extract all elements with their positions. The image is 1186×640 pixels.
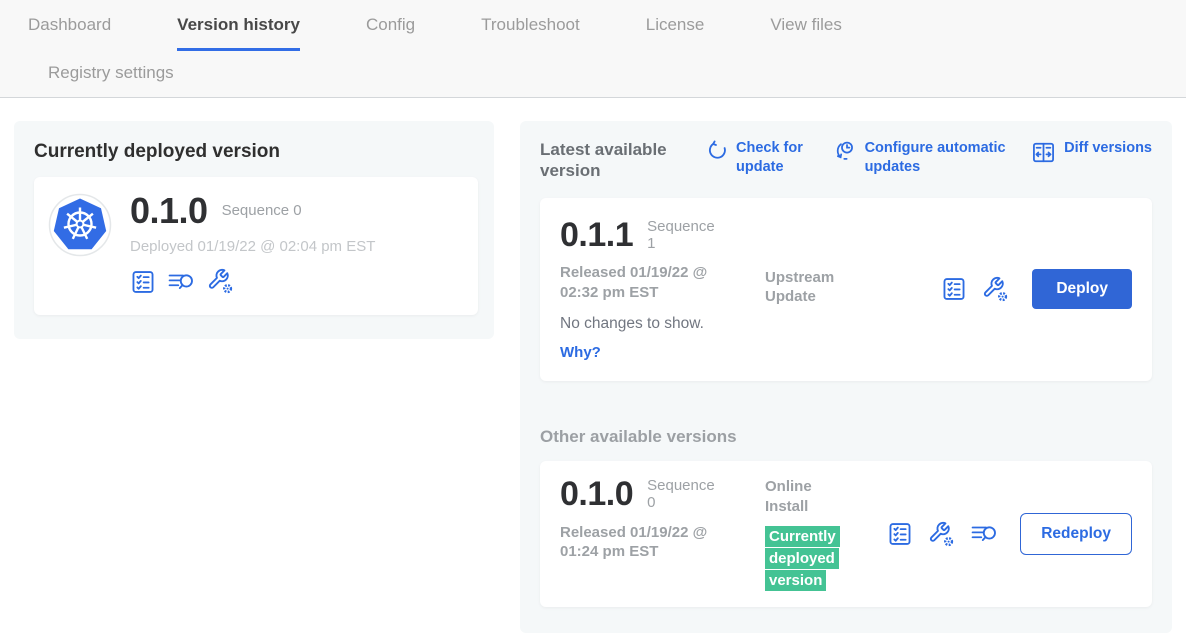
redeploy-button[interactable]: Redeploy: [1020, 513, 1132, 555]
deployed-timestamp: Deployed 01/19/22 @ 02:04 pm EST: [130, 238, 375, 255]
latest-released-timestamp: Released 01/19/22 @ 02:32 pm EST: [560, 263, 745, 302]
latest-available-header: Latest available version Check for updat…: [540, 139, 1152, 182]
diff-versions-link[interactable]: Diff versions: [1031, 139, 1152, 177]
view-logs-icon[interactable]: [970, 521, 999, 547]
spacer: [883, 218, 941, 362]
nav-row-1: Dashboard Version history Config Trouble…: [28, 15, 1186, 51]
preflight-checklist-icon[interactable]: [941, 276, 967, 302]
latest-version-info: 0.1.1 Sequence 1 Released 01/19/22 @ 02:…: [560, 218, 765, 362]
latest-version-card: 0.1.1 Sequence 1 Released 01/19/22 @ 02:…: [540, 198, 1152, 382]
auto-update-clock-icon: [833, 140, 857, 168]
tab-view-files[interactable]: View files: [770, 15, 842, 48]
tab-dashboard[interactable]: Dashboard: [28, 15, 111, 48]
why-link[interactable]: Why?: [560, 344, 765, 361]
refresh-icon: [706, 140, 728, 168]
latest-version-number: 0.1.1: [560, 218, 633, 252]
diff-versions-label: Diff versions: [1064, 139, 1152, 158]
preflight-checklist-icon[interactable]: [887, 521, 913, 547]
other-version-card: 0.1.0 Sequence 0 Released 01/19/22 @ 01:…: [540, 461, 1152, 607]
currently-deployed-title: Currently deployed version: [34, 141, 478, 163]
configure-automatic-updates-link[interactable]: Configure automatic updates: [833, 139, 1015, 177]
kubernetes-logo-icon: [48, 193, 112, 257]
preflight-checklist-icon[interactable]: [130, 269, 156, 295]
no-changes-text: No changes to show.: [560, 315, 765, 333]
main-content: Currently deployed version: [0, 98, 1186, 633]
nav-row-2: Registry settings: [28, 63, 1186, 96]
deployed-sequence-label: Sequence 0: [222, 202, 302, 219]
view-logs-icon[interactable]: [167, 269, 196, 295]
check-for-update-link[interactable]: Check for update: [706, 139, 816, 177]
tab-registry-settings[interactable]: Registry settings: [48, 63, 174, 96]
currently-deployed-card: 0.1.0 Sequence 0 Deployed 01/19/22 @ 02:…: [34, 177, 478, 315]
currently-deployed-badge: Currently deployed version: [765, 526, 840, 591]
other-released-timestamp: Released 01/19/22 @ 01:24 pm EST: [560, 523, 745, 562]
latest-source-label: Upstream Update: [765, 218, 883, 362]
config-wrench-icon[interactable]: [207, 268, 234, 295]
deployed-version-info: 0.1.0 Sequence 0 Deployed 01/19/22 @ 02:…: [130, 193, 375, 295]
deployed-version-number: 0.1.0: [130, 193, 208, 229]
other-source-column: Online Install Currently deployed versio…: [765, 477, 883, 591]
config-wrench-icon[interactable]: [928, 521, 955, 548]
tab-license[interactable]: License: [646, 15, 705, 48]
tab-version-history[interactable]: Version history: [177, 15, 300, 51]
header-actions: Check for update Configure automatic upd…: [706, 139, 1152, 177]
deploy-button[interactable]: Deploy: [1032, 269, 1132, 309]
tab-troubleshoot[interactable]: Troubleshoot: [481, 15, 580, 48]
latest-available-title: Latest available version: [540, 139, 680, 182]
currently-deployed-panel: Currently deployed version: [14, 121, 494, 339]
latest-sequence-label: Sequence 1: [647, 218, 719, 253]
configure-automatic-updates-label: Configure automatic updates: [865, 139, 1015, 177]
latest-card-actions: Deploy: [941, 269, 1132, 309]
other-card-actions: Redeploy: [887, 513, 1132, 555]
check-for-update-label: Check for update: [736, 139, 816, 177]
diff-icon: [1031, 140, 1056, 171]
other-version-number: 0.1.0: [560, 477, 633, 511]
latest-available-panel: Latest available version Check for updat…: [520, 121, 1172, 633]
top-navbar: Dashboard Version history Config Trouble…: [0, 0, 1186, 98]
config-wrench-icon[interactable]: [982, 276, 1009, 303]
other-sequence-label: Sequence 0: [647, 477, 719, 512]
other-source-label: Online Install: [765, 477, 827, 516]
currently-deployed-badge-wrap: Currently deployed version: [765, 526, 845, 591]
other-versions-title: Other available versions: [540, 427, 1152, 447]
other-version-info: 0.1.0 Sequence 0 Released 01/19/22 @ 01:…: [560, 477, 765, 591]
tab-config[interactable]: Config: [366, 15, 415, 48]
